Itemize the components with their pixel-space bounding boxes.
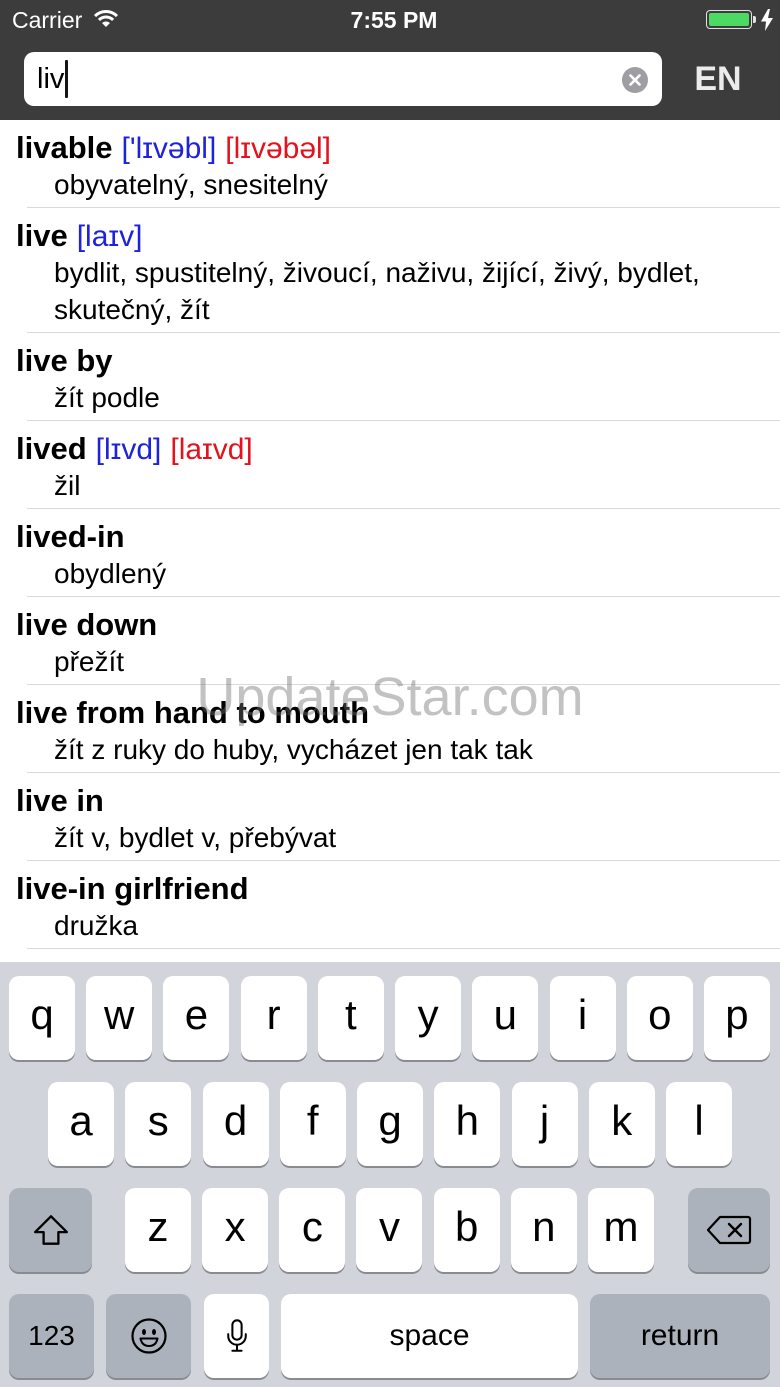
clear-icon[interactable] — [622, 67, 648, 93]
pronunciation-secondary: [laɪvd] — [170, 433, 253, 466]
key-e[interactable]: e — [163, 976, 230, 1060]
key-r[interactable]: r — [240, 976, 307, 1060]
emoji-key[interactable] — [106, 1294, 191, 1378]
result-item[interactable]: livable ['lɪvəbl] [lɪvəbəl] obyvatelný, sn… — [0, 120, 780, 208]
translation: žít podle — [54, 382, 160, 413]
result-headline: live in — [16, 783, 764, 819]
key-b[interactable]: b — [433, 1188, 500, 1272]
return-key[interactable]: return — [590, 1294, 770, 1378]
battery-level — [709, 13, 749, 26]
result-headline: live by — [16, 343, 764, 379]
translation: žít z ruky do huby, vycházet jen tak tak — [54, 734, 533, 765]
key-o[interactable]: o — [626, 976, 693, 1060]
pronunciation-primary: [lɪvd] — [95, 433, 162, 466]
headword: livable — [16, 130, 113, 165]
keyboard-row-1: q w e r t y u i o p — [9, 976, 770, 1062]
key-f[interactable]: f — [279, 1082, 346, 1166]
key-g[interactable]: g — [357, 1082, 423, 1166]
key-s[interactable]: s — [125, 1082, 192, 1166]
result-headline: live [laɪv] — [16, 218, 764, 254]
headword: live-in girlfriend — [16, 871, 249, 906]
language-button[interactable]: EN — [680, 52, 756, 106]
translation: žil — [54, 470, 81, 501]
result-headline: live-in girlfriend — [16, 871, 764, 907]
keyboard-row-3: z x c v b n m — [125, 1188, 654, 1274]
key-m[interactable]: m — [587, 1188, 654, 1272]
result-item[interactable]: lived [lɪvd] [laɪvd] žil — [0, 421, 780, 509]
headword: live — [16, 218, 68, 253]
result-headline: live down — [16, 607, 764, 643]
result-item[interactable]: live from hand to mouth žít z ruky do hu… — [0, 685, 780, 773]
shift-icon — [32, 1213, 70, 1247]
result-item[interactable]: live [laɪv] bydlit, spustitelný, živoucí,… — [0, 208, 780, 333]
wifi-icon — [93, 8, 119, 28]
key-d[interactable]: d — [202, 1082, 269, 1166]
battery-icon — [706, 10, 758, 29]
microphone-icon — [225, 1318, 249, 1354]
search-input[interactable]: liv — [37, 60, 64, 98]
result-item[interactable]: live in žít v, bydlet v, přebývat — [0, 773, 780, 861]
delete-key[interactable] — [688, 1188, 770, 1272]
emoji-icon — [130, 1317, 168, 1355]
pronunciation-primary: ['lɪvəbl] — [121, 132, 217, 165]
key-w[interactable]: w — [86, 976, 153, 1060]
key-i[interactable]: i — [549, 976, 616, 1060]
translation: obyvatelný, snesitelný — [54, 169, 328, 200]
translation: přežít — [54, 646, 125, 677]
microphone-key[interactable] — [204, 1294, 269, 1378]
keyboard: q w e r t y u i o p a s d f g h j k l z … — [0, 962, 780, 1387]
key-x[interactable]: x — [202, 1188, 269, 1272]
headword: live down — [16, 607, 158, 642]
key-t[interactable]: t — [317, 976, 384, 1060]
key-q[interactable]: q — [9, 976, 75, 1060]
delete-icon — [706, 1214, 752, 1246]
result-headline: live from hand to mouth — [16, 695, 764, 731]
translation: družka — [54, 910, 139, 941]
text-cursor — [65, 60, 69, 98]
key-z[interactable]: z — [125, 1188, 191, 1272]
key-v[interactable]: v — [356, 1188, 423, 1272]
charging-bolt-icon — [761, 9, 773, 31]
top-bar: Carrier 7:55 PM liv EN — [0, 0, 780, 120]
key-l[interactable]: l — [666, 1082, 732, 1166]
key-n[interactable]: n — [510, 1188, 577, 1272]
result-item[interactable]: live by žít podle — [0, 333, 780, 421]
screen: Carrier 7:55 PM liv EN livable ['lɪvəbl]… — [0, 0, 780, 1387]
translation: obydlený — [54, 558, 167, 589]
translation: žít v, bydlet v, přebývat — [54, 822, 337, 853]
key-p[interactable]: p — [703, 976, 770, 1060]
pronunciation-primary: [laɪv] — [76, 220, 143, 253]
key-j[interactable]: j — [511, 1082, 578, 1166]
headword: live by — [16, 343, 113, 378]
result-headline: livable ['lɪvəbl] [lɪvəbəl] — [16, 130, 764, 166]
result-headline: lived-in — [16, 519, 764, 555]
key-k[interactable]: k — [588, 1082, 655, 1166]
search-field[interactable]: liv — [24, 52, 662, 106]
headword: live from hand to mouth — [16, 695, 370, 730]
clock: 7:55 PM — [350, 7, 438, 33]
numbers-key[interactable]: 123 — [9, 1294, 94, 1378]
key-a[interactable]: a — [48, 1082, 114, 1166]
status-bar: Carrier 7:55 PM — [0, 0, 780, 40]
headword: lived — [16, 431, 87, 466]
translation: bydlit, spustitelný, živoucí, naživu, ži… — [54, 257, 700, 325]
headword: lived-in — [16, 519, 125, 554]
pronunciation-secondary: [lɪvəbəl] — [225, 132, 332, 165]
result-item[interactable]: lived-in obydlený — [0, 509, 780, 597]
results-list: livable ['lɪvəbl] [lɪvəbəl] obyvatelný, sn… — [0, 120, 780, 949]
carrier-label: Carrier — [12, 7, 83, 33]
key-c[interactable]: c — [279, 1188, 346, 1272]
result-headline: lived [lɪvd] [laɪvd] — [16, 431, 764, 467]
space-key[interactable]: space — [281, 1294, 578, 1378]
keyboard-row-2: a s d f g h j k l — [48, 1082, 732, 1168]
result-item[interactable]: live down přežít — [0, 597, 780, 685]
key-h[interactable]: h — [434, 1082, 501, 1166]
shift-key[interactable] — [9, 1188, 92, 1272]
headword: live in — [16, 783, 104, 818]
key-u[interactable]: u — [472, 976, 539, 1060]
key-y[interactable]: y — [395, 976, 462, 1060]
result-item[interactable]: live-in girlfriend družka — [0, 861, 780, 949]
